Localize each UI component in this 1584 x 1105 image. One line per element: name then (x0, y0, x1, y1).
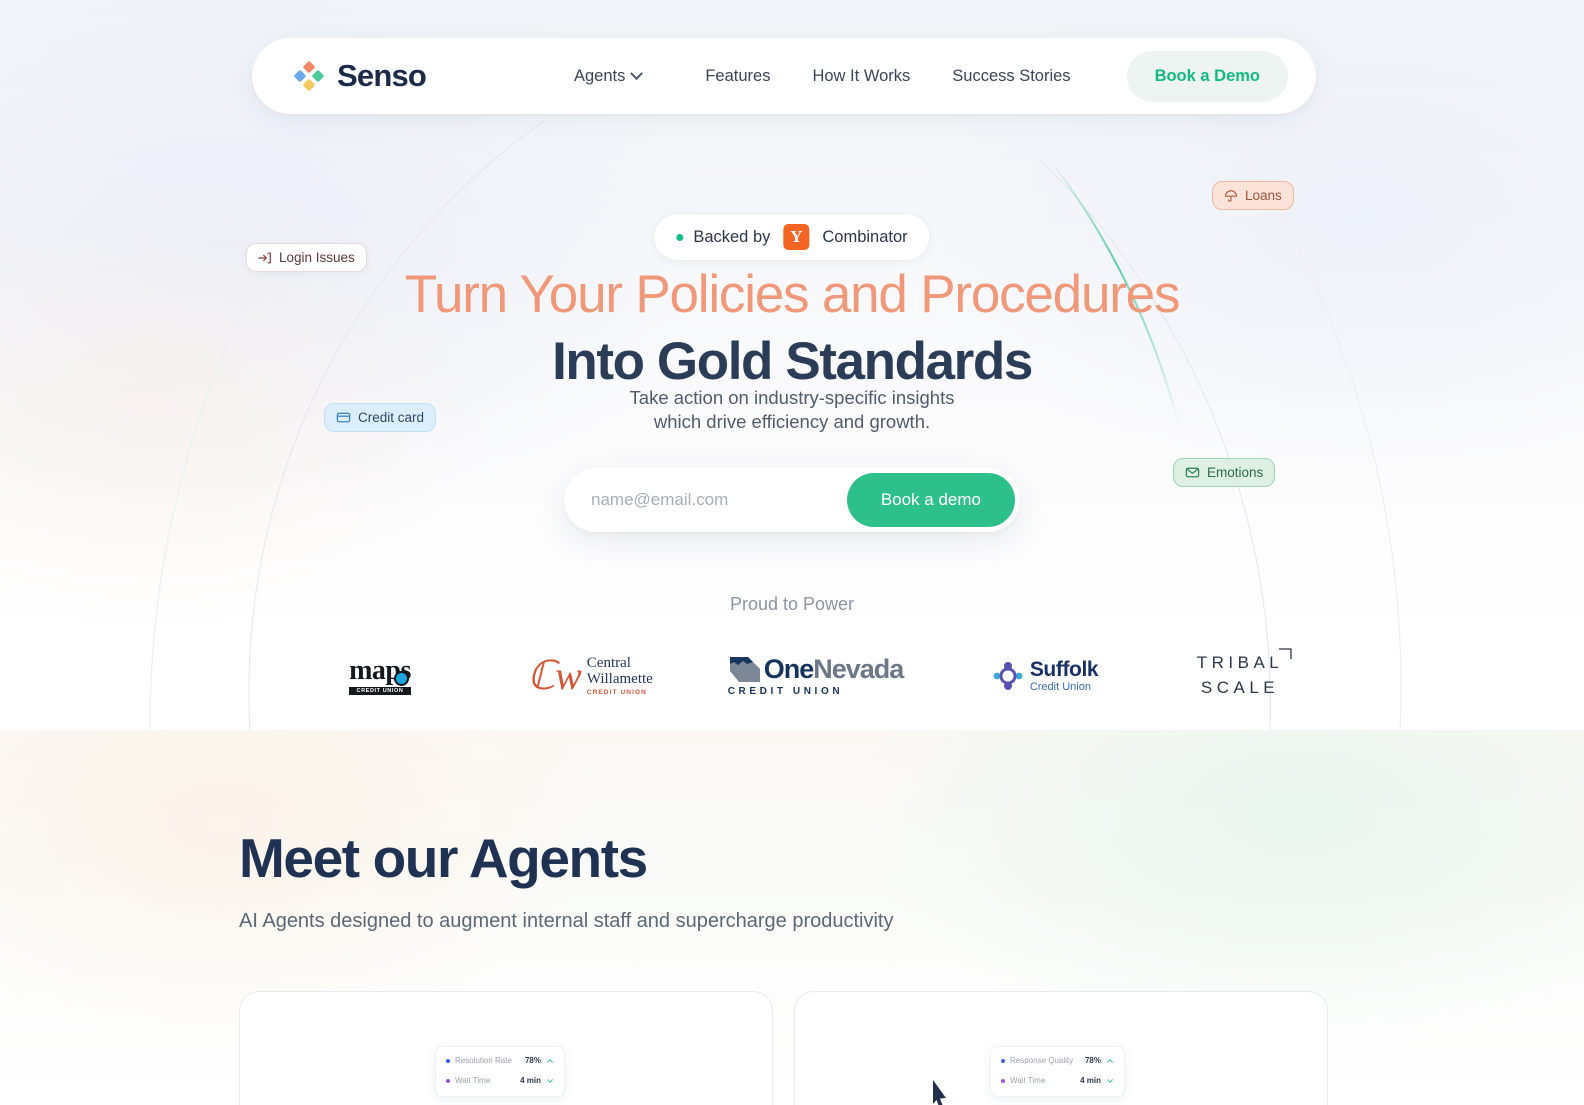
brand-logo[interactable]: Senso (294, 58, 427, 94)
page-title-line-1: Turn Your Policies and Procedures (404, 265, 1181, 324)
metric-dot-icon (1001, 1059, 1005, 1064)
agent-card-1-metrics: Resolution Rate 78% Wait Time 4 min (435, 1046, 565, 1097)
page-subtitle-line-2: which drive efficiency and growth. (653, 411, 931, 433)
cw-logo-line-2: Willamette (586, 670, 653, 687)
ycombinator-logo-icon: Y (783, 224, 810, 250)
maps-logo-sub: CREDIT UNION (349, 687, 411, 695)
agent-card-2-metrics: Response Quality 78% Wait Time 4 min (990, 1046, 1125, 1097)
agents-section-title: Meet our Agents (239, 827, 648, 889)
metric-row-wait-time: Wait Time 4 min (1001, 1075, 1114, 1088)
agents-section-subtitle: AI Agents designed to augment internal s… (239, 910, 894, 932)
yc-badge-prefix: Backed by (693, 227, 771, 246)
status-dot-icon (676, 233, 684, 241)
page-subtitle-line-1: Take action on industry-specific insight… (629, 387, 955, 408)
brand-name: Senso (337, 58, 427, 93)
maps-logo-dot-icon (393, 671, 409, 686)
tribal-scale-corner-icon (1279, 648, 1292, 660)
email-input[interactable] (569, 490, 847, 510)
senso-diamond-logo-icon (294, 61, 324, 91)
metric-label: Wait Time (455, 1075, 491, 1085)
cw-logo-sub: CREDIT UNION (586, 689, 647, 697)
metric-dot-icon (446, 1079, 450, 1084)
pill-credit-card-label: Credit card (358, 410, 425, 425)
suffolk-logo-name: Suffolk (1029, 658, 1099, 681)
credit-card-icon (336, 412, 351, 423)
page-title: Turn Your Policies and Procedures Into G… (0, 268, 1584, 388)
book-a-demo-submit-button[interactable]: Book a demo (846, 473, 1015, 527)
cw-logo-line-1: Central (586, 654, 631, 671)
metric-label: Resolution Rate (455, 1056, 512, 1065)
one-nevada-part-1: One (763, 653, 815, 684)
cursor-pointer-icon (933, 1080, 946, 1105)
metric-label: Response Quality (1010, 1056, 1074, 1065)
agent-card-2[interactable]: Response Quality 78% Wait Time 4 min (794, 991, 1328, 1105)
one-nevada-part-2: Nevada (813, 653, 904, 684)
nav-item-how-it-works[interactable]: How It Works (791, 57, 931, 96)
tribal-scale-line-1: TRIBAL (1196, 653, 1284, 673)
pill-emotions-label: Emotions (1207, 465, 1264, 480)
trend-up-icon (547, 1059, 553, 1064)
metric-dot-icon (446, 1059, 450, 1064)
metric-value: 4 min (1080, 1075, 1101, 1085)
one-nevada-sub: CREDIT UNION (727, 685, 844, 697)
agent-card-1[interactable]: Resolution Rate 78% Wait Time 4 min (239, 991, 773, 1105)
metric-value: 4 min (520, 1075, 541, 1085)
pill-loans[interactable]: Loans (1212, 181, 1294, 210)
metric-value: 78% (524, 1056, 541, 1065)
metric-row-resolution-rate: Resolution Rate 78% (446, 1055, 554, 1068)
partners-heading: Proud to Power (729, 594, 855, 614)
navbar: Senso Agents Features How It Works Succe… (252, 38, 1316, 114)
demo-signup-form: Book a demo (564, 468, 1020, 532)
metric-label: Wait Time (1010, 1075, 1046, 1085)
metric-row-wait-time: Wait Time 4 min (446, 1075, 554, 1088)
partner-logo-suffolk-credit-union: Suffolk Credit Union (986, 640, 1104, 712)
book-a-demo-button[interactable]: Book a Demo (1126, 50, 1288, 102)
page-subtitle: Take action on industry-specific insight… (0, 386, 1584, 435)
partner-logo-central-willamette: ℂw Central Willamette CREDIT UNION (527, 640, 653, 712)
partner-logo-one-nevada: One Nevada CREDIT UNION (727, 640, 905, 712)
page-title-line-2: Into Gold Standards (552, 332, 1033, 391)
pill-loans-label: Loans (1245, 188, 1282, 203)
tribal-scale-line-2: SCALE (1200, 678, 1280, 697)
partner-logos: maps CREDIT UNION ℂw Central Willamette … (0, 640, 1584, 720)
one-nevada-wordmark: One Nevada (728, 656, 904, 683)
nav-item-features[interactable]: Features (684, 57, 791, 96)
suffolk-logo-sub: Credit Union (1029, 681, 1091, 693)
central-willamette-monogram-icon: ℂw (527, 653, 582, 698)
nav-links: Agents Features How It Works Success Sto… (553, 50, 1288, 102)
umbrella-icon (1225, 189, 1237, 202)
login-icon (258, 252, 271, 263)
trend-down-icon (547, 1079, 553, 1084)
envelope-icon (1185, 467, 1200, 478)
nav-item-agents[interactable]: Agents (553, 57, 662, 96)
metric-value: 78% (1084, 1056, 1101, 1065)
nav-item-agents-label: Agents (573, 66, 626, 85)
yc-backed-badge: Backed by Y Combinator (653, 213, 931, 261)
trend-up-icon (1107, 1059, 1113, 1064)
pill-login-issues-label: Login Issues (279, 250, 355, 265)
yc-badge-suffix: Combinator (822, 227, 908, 246)
pill-login-issues[interactable]: Login Issues (246, 243, 367, 272)
metric-dot-icon (1001, 1079, 1005, 1084)
landing-page: Senso Agents Features How It Works Succe… (0, 0, 1584, 1105)
metric-row-response-quality: Response Quality 78% (1001, 1055, 1114, 1068)
suffolk-people-mark-icon (993, 662, 1023, 690)
chevron-down-icon (630, 66, 644, 80)
partner-logo-tribal-scale: TRIBAL SCALE (1180, 640, 1300, 712)
nevada-state-shape-icon (729, 656, 760, 682)
partner-logo-maps-credit-union: maps CREDIT UNION (330, 640, 430, 712)
nav-item-success-stories[interactable]: Success Stories (931, 57, 1091, 96)
pill-emotions[interactable]: Emotions (1173, 458, 1276, 487)
pill-credit-card[interactable]: Credit card (324, 403, 437, 432)
trend-down-icon (1107, 1079, 1113, 1084)
